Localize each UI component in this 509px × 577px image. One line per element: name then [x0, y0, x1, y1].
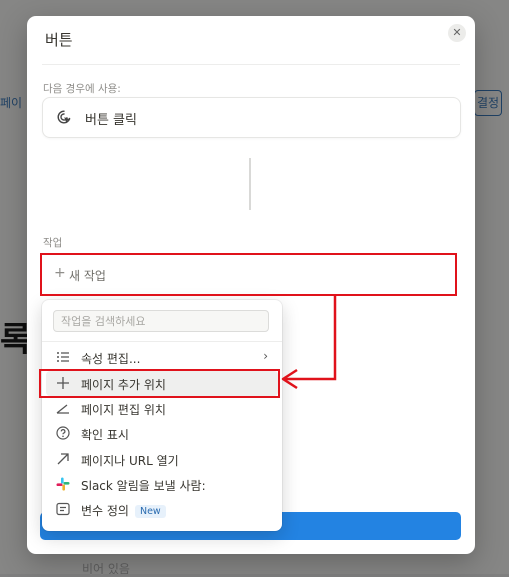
annotation-arrow	[281, 296, 337, 390]
